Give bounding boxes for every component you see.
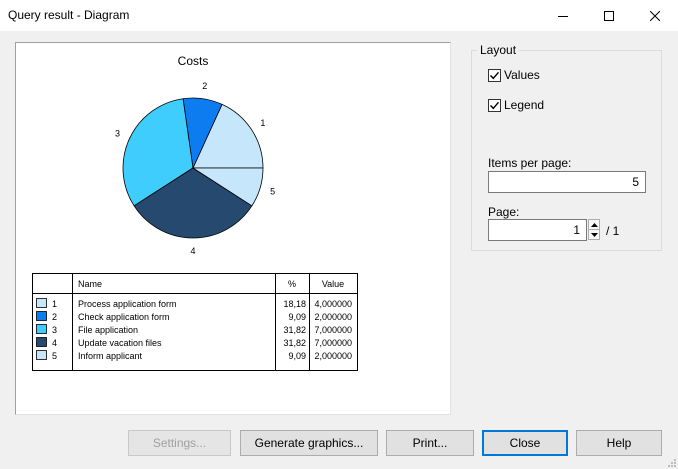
generate-graphics-button[interactable]: Generate graphics... xyxy=(240,430,378,456)
close-button[interactable]: Close xyxy=(482,430,568,456)
pie-slice-label-3: 3 xyxy=(115,129,120,139)
chevron-down-icon xyxy=(590,232,598,237)
items-per-page-input[interactable]: 5 xyxy=(488,171,646,193)
maximize-icon xyxy=(604,10,614,21)
pie-slice-label-5: 5 xyxy=(270,186,275,196)
legend-swatch-1 xyxy=(36,298,47,308)
legend-checkbox-row[interactable]: Legend xyxy=(488,98,544,112)
legend-row-percent: 31,82 xyxy=(283,338,306,348)
legend-header-percent: % xyxy=(288,279,296,289)
legend-row-percent: 9,09 xyxy=(288,351,306,361)
values-checkbox-row[interactable]: Values xyxy=(488,68,540,82)
page-input[interactable]: 1 xyxy=(488,219,587,241)
title-bar: Query result - Diagram xyxy=(0,0,678,31)
legend-swatch-4 xyxy=(36,337,47,347)
legend-row-number: 3 xyxy=(52,325,57,335)
values-checkbox[interactable] xyxy=(488,68,501,82)
legend-row-value: 2,000000 xyxy=(314,312,352,322)
pie-slice-label-4: 4 xyxy=(190,246,195,256)
legend-row-percent: 18,18 xyxy=(283,299,306,309)
page-total: / 1 xyxy=(606,224,620,238)
legend-row-number: 5 xyxy=(52,351,57,361)
legend-row-name: File application xyxy=(78,325,138,335)
window-title: Query result - Diagram xyxy=(8,8,130,22)
legend-swatch-3 xyxy=(36,324,47,334)
legend-row-number: 4 xyxy=(52,338,57,348)
spin-up-button[interactable] xyxy=(589,220,599,229)
resize-grip-icon[interactable] xyxy=(666,457,676,467)
checkmark-icon xyxy=(490,101,500,109)
items-per-page-label: Items per page: xyxy=(488,156,572,170)
values-label: Values xyxy=(504,68,540,82)
legend-row-name: Check application form xyxy=(78,312,170,322)
legend-swatch-5 xyxy=(36,350,47,360)
settings-button[interactable]: Settings... xyxy=(128,430,231,456)
legend-row-percent: 9,09 xyxy=(288,312,306,322)
spin-down-button[interactable] xyxy=(589,229,599,239)
minimize-icon xyxy=(558,15,568,17)
minimize-button[interactable] xyxy=(540,0,586,31)
pie-chart: Costs 1 2 3 4 5 Name% Value 1 Process applicati… xyxy=(32,54,358,371)
legend-row-name: Process application form xyxy=(78,299,177,309)
legend-label: Legend xyxy=(504,98,545,112)
chart-panel: Costs 1 2 3 4 5 Name% Value 1 Process applicati… xyxy=(15,42,451,415)
legend-row-value: 7,000000 xyxy=(314,338,352,348)
checkmark-icon xyxy=(490,71,500,79)
legend-swatch-2 xyxy=(36,311,47,321)
layout-group-title: Layout xyxy=(477,43,520,57)
pie-slice-label-1: 1 xyxy=(260,118,265,128)
legend-row-percent: 31,82 xyxy=(283,325,306,335)
chart-title: Costs xyxy=(178,54,209,68)
chevron-up-icon xyxy=(590,222,598,227)
help-button[interactable]: Help xyxy=(576,430,662,456)
legend-checkbox[interactable] xyxy=(488,98,501,112)
pie-slice-label-2: 2 xyxy=(202,81,207,91)
legend-row-value: 2,000000 xyxy=(314,351,352,361)
legend-row-name: Inform applicant xyxy=(78,351,143,361)
page-label: Page: xyxy=(488,205,520,219)
maximize-button[interactable] xyxy=(586,0,632,31)
page-stepper[interactable] xyxy=(588,219,600,240)
legend-header-name: Name xyxy=(78,279,102,289)
legend-row-number: 2 xyxy=(52,312,57,322)
close-icon xyxy=(650,10,660,21)
legend-row-value: 7,000000 xyxy=(314,325,352,335)
legend-row-number: 1 xyxy=(52,299,57,309)
legend-row-name: Update vacation files xyxy=(78,338,162,348)
legend-row-value: 4,000000 xyxy=(314,299,352,309)
legend-header-value: Value xyxy=(322,279,344,289)
close-window-button[interactable] xyxy=(632,0,678,31)
print-button[interactable]: Print... xyxy=(386,430,474,456)
